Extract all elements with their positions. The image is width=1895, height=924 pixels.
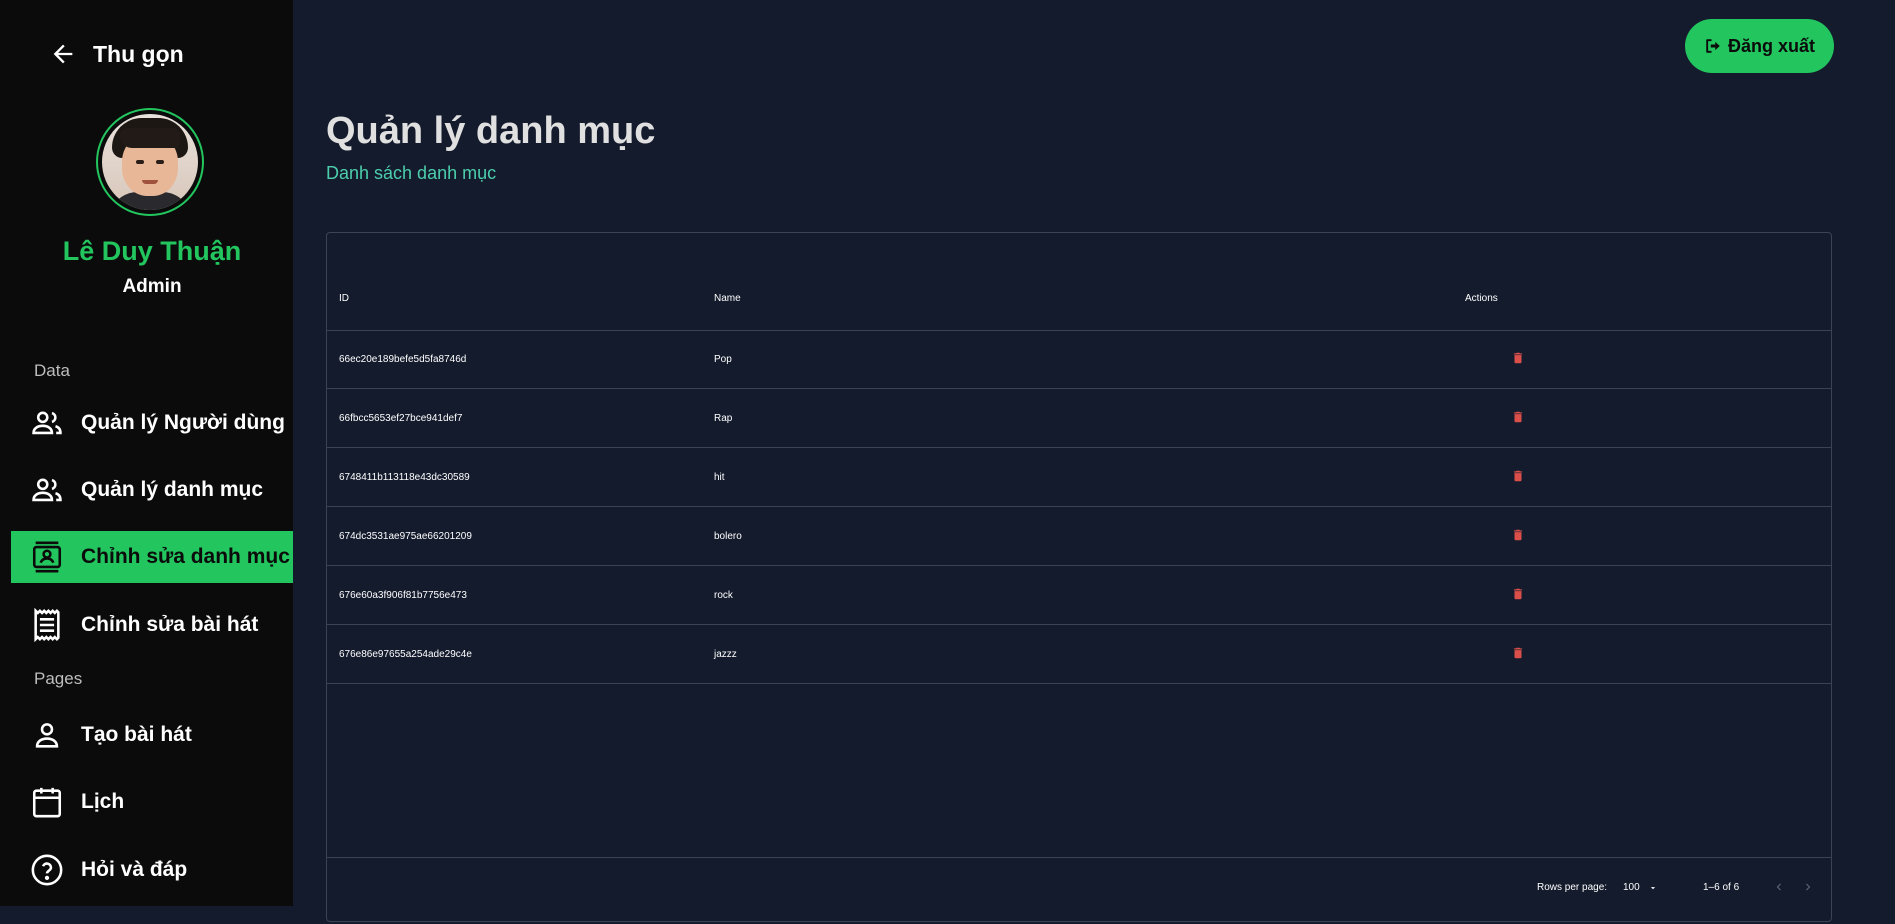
cell-id: 66fbcc5653ef27bce941def7 <box>339 413 463 424</box>
delete-icon[interactable] <box>1511 468 1525 484</box>
column-header-actions: Actions <box>1465 293 1498 304</box>
cell-name: bolero <box>714 531 742 542</box>
column-header-name[interactable]: Name <box>714 293 741 304</box>
table-row[interactable]: 676e60a3f906f81b7756e473 rock <box>327 566 1831 625</box>
sidebar-item-create-song[interactable]: Tạo bài hát <box>11 709 293 761</box>
grid-footer: Rows per page: 100 1–6 of 6 <box>327 857 1831 924</box>
chevron-down-icon <box>1648 883 1658 893</box>
user-role: Admin <box>122 276 182 297</box>
sidebar-item-categories[interactable]: Quản lý danh mục <box>11 464 293 516</box>
pagination-range: 1–6 of 6 <box>1703 882 1740 893</box>
sidebar-item-edit-song[interactable]: Chỉnh sửa bài hát <box>11 599 293 651</box>
sidebar-item-label: Lịch <box>81 790 125 813</box>
chevron-left-icon <box>1772 880 1786 894</box>
help-icon <box>29 852 65 888</box>
sidebar-item-label: Chỉnh sửa bài hát <box>81 613 259 636</box>
data-grid: ID Name Actions 66ec20e189befe5d5fa8746d… <box>326 232 1832 922</box>
rows-per-page-value: 100 <box>1623 882 1640 893</box>
cell-name: rock <box>714 590 733 601</box>
collapse-button[interactable]: Thu gọn <box>49 40 184 68</box>
page-title: Quản lý danh mục <box>326 110 656 152</box>
receipt-icon <box>29 607 65 643</box>
cell-name: Rap <box>714 413 733 424</box>
sidebar-item-label: Quản lý Người dùng <box>81 411 285 434</box>
avatar <box>96 108 204 216</box>
delete-icon[interactable] <box>1511 586 1525 602</box>
cell-id: 676e86e97655a254ade29c4e <box>339 649 472 660</box>
cell-id: 6748411b113118e43dc30589 <box>339 472 470 483</box>
rows-per-page-label: Rows per page: <box>1537 882 1608 893</box>
cell-name: hit <box>714 472 725 483</box>
logout-icon <box>1704 37 1722 55</box>
table-row[interactable]: 66fbcc5653ef27bce941def7 Rap <box>327 389 1831 448</box>
previous-page-button[interactable] <box>1768 876 1790 898</box>
sidebar-item-users[interactable]: Quản lý Người dùng <box>11 397 293 449</box>
column-header-id[interactable]: ID <box>339 293 349 304</box>
collapse-label: Thu gọn <box>93 40 184 67</box>
table-row[interactable]: 676e86e97655a254ade29c4e jazzz <box>327 625 1831 684</box>
cell-name: jazzz <box>714 649 737 660</box>
next-page-button[interactable] <box>1797 876 1819 898</box>
section-label-pages: Pages <box>34 669 83 688</box>
table-row[interactable]: 674dc3531ae975ae66201209 bolero <box>327 507 1831 566</box>
page-subtitle: Danh sách danh mục <box>326 163 497 183</box>
rows-per-page-select[interactable]: 100 <box>1623 882 1658 893</box>
sidebar-item-label: Tạo bài hát <box>81 723 192 746</box>
delete-icon[interactable] <box>1511 645 1525 661</box>
section-label-data: Data <box>34 361 70 380</box>
sidebar-item-label: Hỏi và đáp <box>81 858 188 881</box>
cell-name: Pop <box>714 354 732 365</box>
sidebar-gap <box>293 0 304 906</box>
delete-icon[interactable] <box>1511 350 1525 366</box>
people-icon <box>29 405 65 441</box>
person-icon <box>29 717 65 753</box>
chevron-right-icon <box>1801 880 1815 894</box>
sidebar-item-label: Quản lý danh mục <box>81 478 264 501</box>
grid-header: ID Name Actions <box>327 233 1831 331</box>
sidebar-item-label: Chỉnh sửa danh mục <box>81 545 290 568</box>
table-row[interactable]: 66ec20e189befe5d5fa8746d Pop <box>327 330 1831 389</box>
left-strip <box>0 0 11 906</box>
delete-icon[interactable] <box>1511 527 1525 543</box>
table-row[interactable]: 6748411b113118e43dc30589 hit <box>327 448 1831 507</box>
cell-id: 66ec20e189befe5d5fa8746d <box>339 354 467 365</box>
calendar-icon <box>29 784 65 820</box>
sidebar-item-faq[interactable]: Hỏi và đáp <box>11 844 293 896</box>
logout-label: Đăng xuất <box>1727 35 1815 56</box>
people-icon <box>29 472 65 508</box>
contacts-icon <box>29 539 65 575</box>
logout-button[interactable]: Đăng xuất <box>1685 19 1834 73</box>
avatar-image <box>102 114 198 210</box>
cell-id: 676e60a3f906f81b7756e473 <box>339 590 467 601</box>
delete-icon[interactable] <box>1511 409 1525 425</box>
user-name: Lê Duy Thuận <box>62 236 242 266</box>
arrow-left-icon <box>49 40 77 68</box>
sidebar-item-edit-category[interactable]: Chỉnh sửa danh mục <box>11 531 293 583</box>
sidebar-item-calendar[interactable]: Lịch <box>11 776 293 828</box>
cell-id: 674dc3531ae975ae66201209 <box>339 531 472 542</box>
